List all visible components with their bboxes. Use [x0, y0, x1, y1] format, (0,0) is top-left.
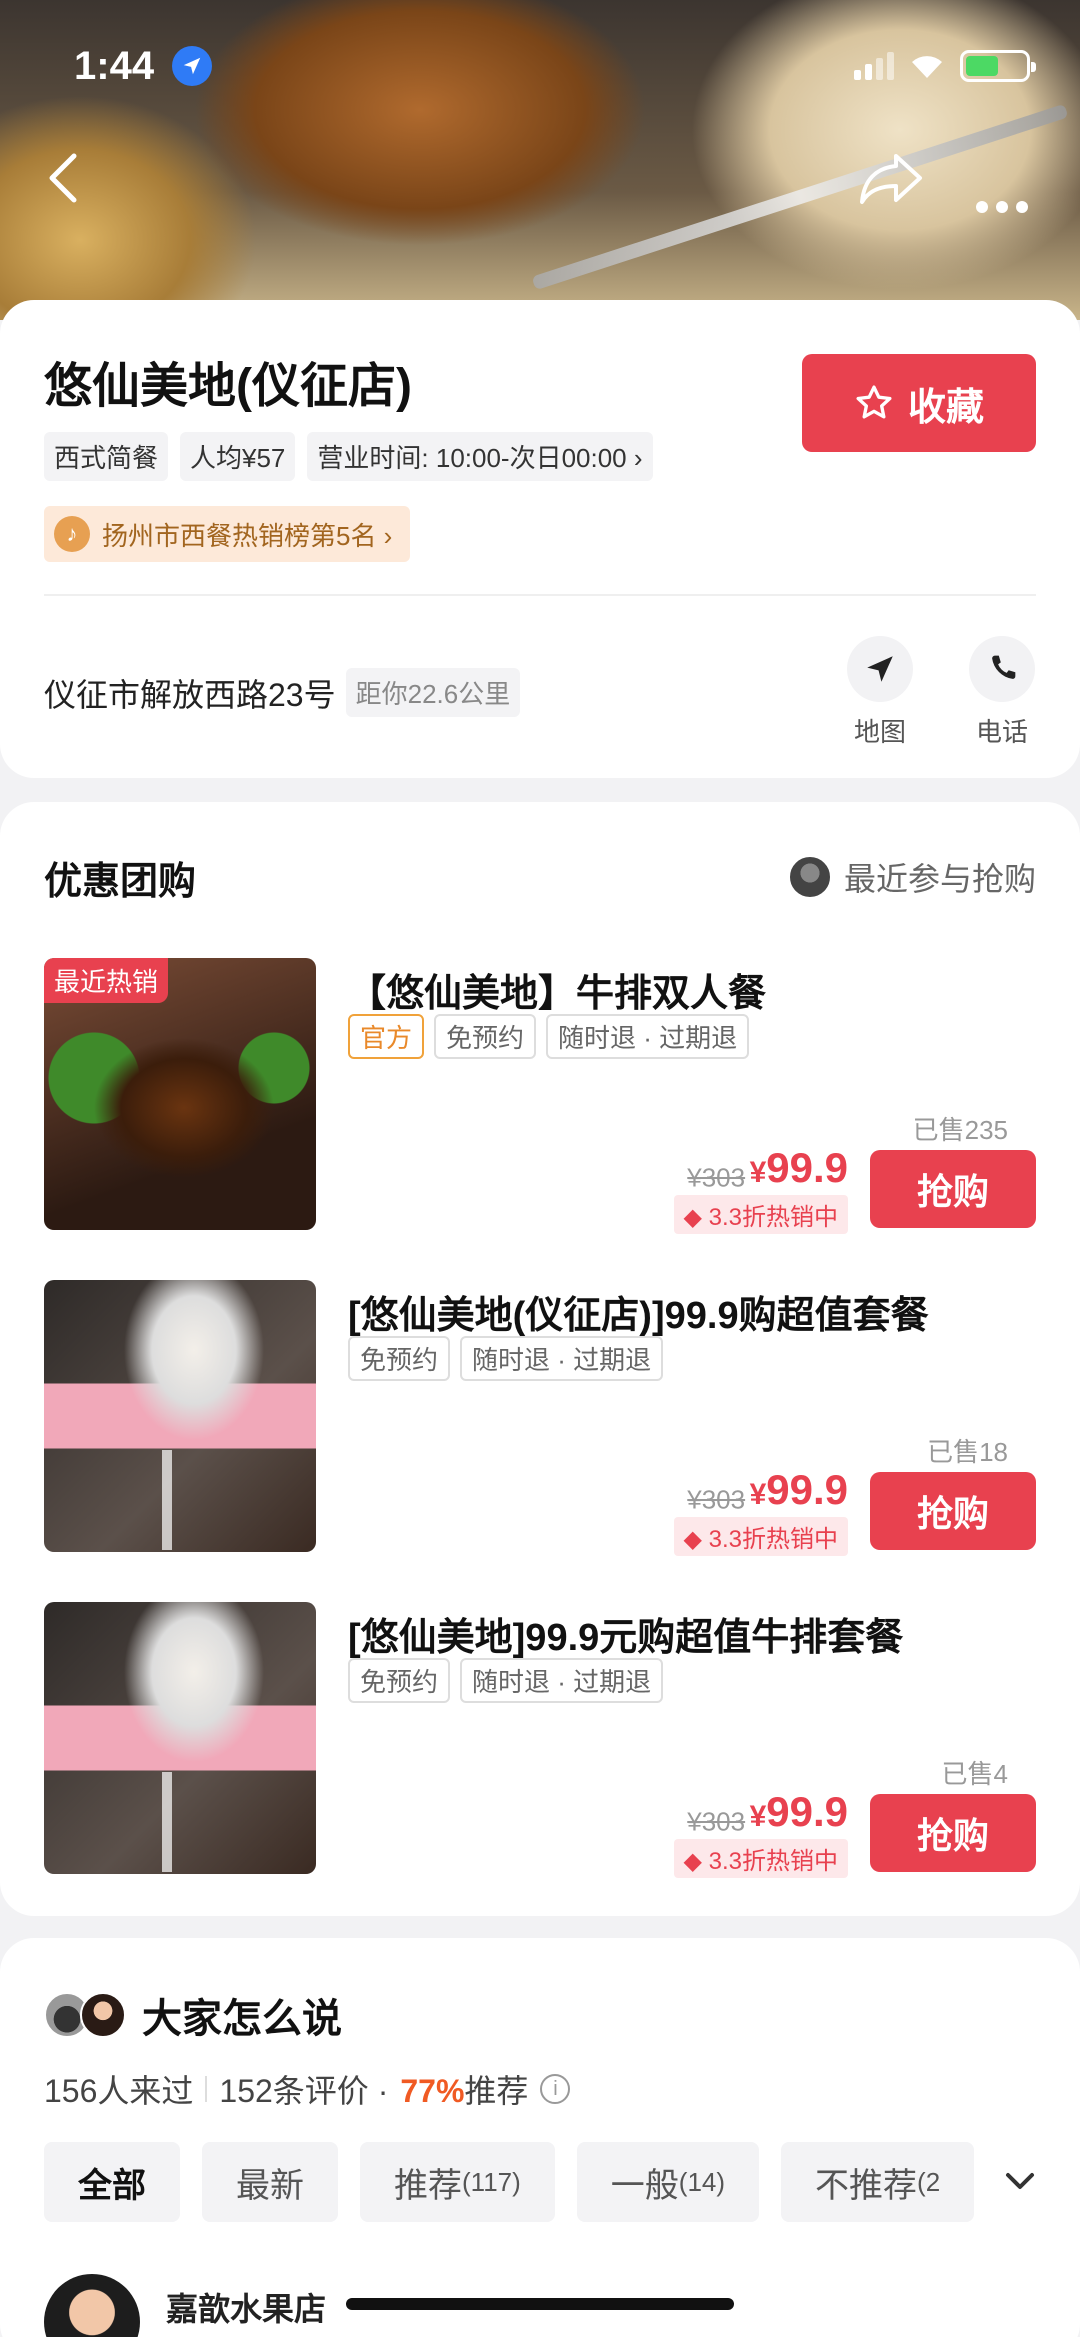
recommend-suffix: 推荐 [464, 2073, 529, 2109]
signal-icon [854, 52, 894, 80]
recent-buyers[interactable]: 最近参与抢购 [787, 854, 1036, 900]
filter-recommend[interactable]: 推荐 (117) [360, 2142, 555, 2222]
shop-tags: 西式简餐 人均¥57 营业时间: 10:00-次日00:00 › [44, 432, 653, 481]
currency-symbol: ¥ [749, 1800, 767, 1833]
sold-count: 已售235 [912, 1115, 1008, 1145]
deal-item[interactable]: 最近热销 【悠仙美地】牛排双人餐 官方 免预约 随时退 · 过期退 已售235 … [44, 958, 1036, 1235]
avatar [787, 855, 832, 899]
ranking-badge[interactable]: ♪ 扬州市西餐热销榜第5名 › [44, 506, 411, 562]
ranking-text: 扬州市西餐热销榜第5名 › [102, 520, 393, 551]
review-count: 152条评价 · [219, 2073, 389, 2109]
deal-image [44, 1602, 316, 1874]
tag-hours[interactable]: 营业时间: 10:00-次日00:00 › [307, 432, 653, 481]
chip-no-reservation: 免预约 [348, 1336, 451, 1381]
shop-info-card: 悠仙美地(仪征店) 西式简餐 人均¥57 营业时间: 10:00-次日00:00… [0, 300, 1080, 778]
original-price: ¥303 [687, 1806, 746, 1837]
filter-not-recommend[interactable]: 不推荐 (2 [781, 2142, 975, 2222]
current-price: 99.9 [766, 1466, 848, 1513]
filter-latest[interactable]: 最新 [202, 2142, 338, 2222]
buy-button[interactable]: 抢购 [870, 1472, 1036, 1550]
discount-badge: ◆ 3.3折热销中 [673, 1839, 848, 1879]
chevron-down-icon[interactable] [990, 2156, 1050, 2206]
deal-item[interactable]: [悠仙美地(仪征店)]99.9购超值套餐 免预约 随时退 · 过期退 已售18 … [44, 1280, 1036, 1557]
avatar [44, 2274, 140, 2337]
group-deals-card: 优惠团购 最近参与抢购 最近热销 【悠仙美地】牛排双人餐 官方 免预约 随时退 … [0, 802, 1080, 1916]
more-dots-icon[interactable] [974, 168, 1030, 224]
battery-charging-icon [960, 50, 1036, 82]
sold-count: 已售18 [927, 1437, 1008, 1467]
hot-badge: 最近热销 [44, 958, 169, 1003]
deal-title: [悠仙美地]99.9元购超值牛排套餐 [348, 1617, 904, 1659]
avatar [80, 1992, 126, 2038]
shop-name: 悠仙美地(仪征店) [44, 360, 412, 413]
reviewer-avatars [44, 1992, 126, 2038]
price-block: ¥303 ¥99.9 ◆ 3.3折热销中 [673, 1144, 848, 1235]
review-stats: 156人来过 152条评价 · 77%推荐 i [44, 2066, 571, 2112]
buy-button[interactable]: 抢购 [870, 1150, 1036, 1228]
filter-all[interactable]: 全部 [44, 2142, 180, 2222]
current-price: 99.9 [766, 1144, 848, 1191]
currency-symbol: ¥ [749, 1478, 767, 1511]
reviews-card: 大家怎么说 156人来过 152条评价 · 77%推荐 i 全部 最新 推荐 (1… [0, 1938, 1080, 2337]
filter-average[interactable]: 一般 (14) [576, 2142, 760, 2222]
star-icon [856, 385, 892, 419]
buy-button[interactable]: 抢购 [870, 1794, 1036, 1872]
chip-refund: 随时退 · 过期退 [460, 1336, 664, 1381]
location-arrow-icon [172, 46, 212, 86]
deal-title: [悠仙美地(仪征店)]99.9购超值套餐 [348, 1295, 929, 1337]
phone-label: 电话 [975, 717, 1028, 747]
wifi-icon [912, 56, 942, 78]
chip-no-reservation: 免预约 [434, 1014, 537, 1059]
discount-badge: ◆ 3.3折热销中 [673, 1517, 848, 1557]
price-block: ¥303 ¥99.9 ◆ 3.3折热销中 [673, 1788, 848, 1879]
distance-badge: 距你22.6公里 [345, 668, 521, 717]
favorite-label: 收藏 [907, 386, 984, 429]
address-row[interactable]: 仪征市解放西路23号 距你22.6公里 [44, 668, 521, 717]
chip-no-reservation: 免预约 [348, 1658, 451, 1703]
original-price: ¥303 [687, 1484, 746, 1515]
back-chevron-icon[interactable] [44, 150, 84, 215]
phone-button[interactable]: 电话 [962, 636, 1042, 749]
chip-official: 官方 [348, 1014, 425, 1059]
map-button[interactable]: 地图 [840, 636, 920, 749]
navigation-icon [867, 656, 893, 682]
recommend-percent: 77% [400, 2073, 465, 2109]
map-label: 地图 [853, 717, 906, 747]
visited-count: 156人来过 [44, 2073, 194, 2109]
tag-avg-price: 人均¥57 [180, 432, 296, 481]
chip-refund: 随时退 · 过期退 [546, 1014, 750, 1059]
current-price: 99.9 [766, 1788, 848, 1835]
reviewer-name: 嘉歆水果店 [166, 2291, 327, 2327]
deal-title: 【悠仙美地】牛排双人餐 [348, 973, 767, 1015]
separator [205, 2076, 208, 2102]
phone-icon [992, 655, 1016, 679]
price-block: ¥303 ¥99.9 ◆ 3.3折热销中 [673, 1466, 848, 1557]
status-time: 1:44 [74, 44, 155, 88]
reviews-title: 大家怎么说 [142, 1997, 342, 2041]
chip-refund: 随时退 · 过期退 [460, 1658, 664, 1703]
sold-count: 已售4 [941, 1759, 1008, 1789]
discount-badge: ◆ 3.3折热销中 [673, 1195, 848, 1235]
hero-image: 1:44 [0, 0, 1080, 320]
deal-image: 最近热销 [44, 958, 316, 1230]
divider [44, 594, 1036, 596]
status-bar: 1:44 [0, 42, 1080, 92]
share-icon[interactable] [856, 150, 926, 215]
home-indicator [346, 2298, 734, 2310]
tiktok-icon: ♪ [54, 516, 90, 552]
deal-item[interactable]: [悠仙美地]99.9元购超值牛排套餐 免预约 随时退 · 过期退 已售4 ¥30… [44, 1602, 1036, 1879]
deal-image [44, 1280, 316, 1552]
info-icon[interactable]: i [540, 2074, 571, 2104]
tag-category: 西式简餐 [44, 432, 169, 481]
review-item[interactable]: 嘉歆水果店 [44, 2274, 326, 2337]
currency-symbol: ¥ [749, 1156, 767, 1189]
recent-label: 最近参与抢购 [843, 861, 1036, 897]
original-price: ¥303 [687, 1162, 746, 1193]
address-text: 仪征市解放西路23号 [44, 676, 336, 713]
favorite-button[interactable]: 收藏 [802, 354, 1036, 452]
deals-title: 优惠团购 [44, 861, 197, 903]
review-filters: 全部 最新 推荐 (117) 一般 (14) 不推荐 (2 [44, 2142, 975, 2222]
